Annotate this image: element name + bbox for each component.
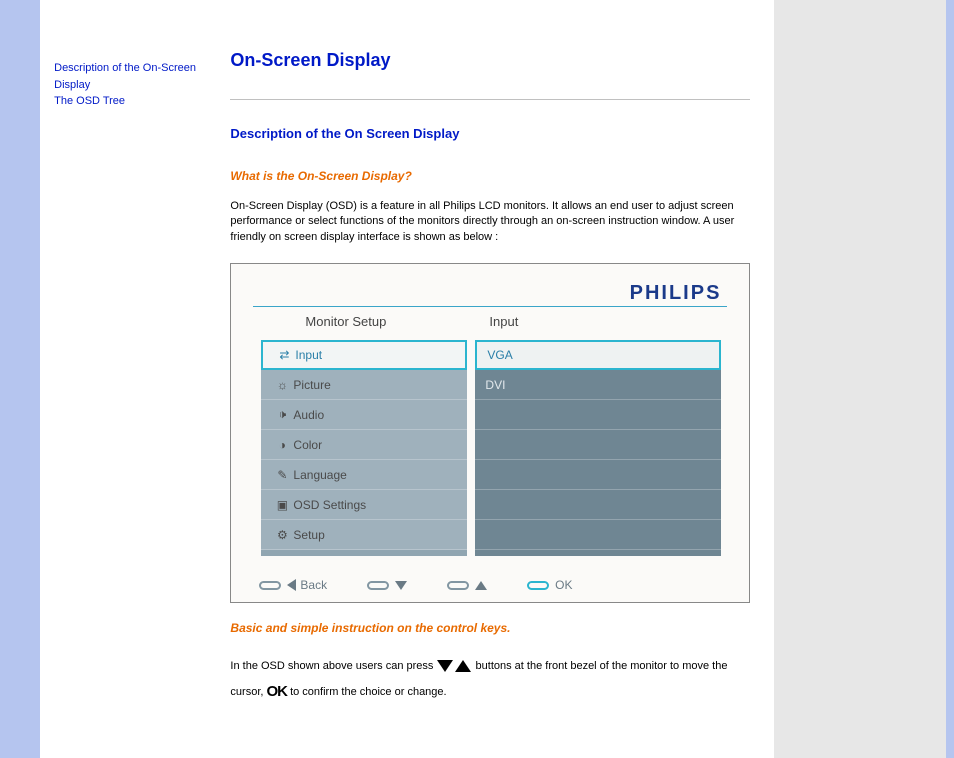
osd-option-empty — [475, 520, 721, 550]
osd-menu-label: Audio — [293, 408, 324, 422]
page-title: On-Screen Display — [230, 50, 750, 71]
osd-menu-item[interactable]: ✎Language — [261, 460, 467, 490]
language-icon: ✎ — [271, 468, 293, 482]
osd-option-label: VGA — [487, 348, 512, 362]
triangle-down-icon — [437, 660, 453, 672]
osd-option-item[interactable]: VGA — [475, 340, 721, 370]
color-icon: ◑ — [271, 438, 293, 452]
title-rule — [230, 99, 750, 100]
osd-menu-item[interactable]: 🕩Audio — [261, 400, 467, 430]
main-content: On-Screen Display Description of the On … — [230, 0, 774, 758]
osd-menu-item[interactable]: ◑Color — [261, 430, 467, 460]
question-heading: What is the On-Screen Display? — [230, 169, 750, 183]
audio-icon: 🕩 — [271, 407, 293, 422]
osd-menu-item[interactable]: ⚙Setup — [261, 520, 467, 550]
osd-menu-item[interactable]: ▣OSD Settings — [261, 490, 467, 520]
instr-pre: In the OSD shown above users can press — [230, 660, 433, 672]
osd-menu-item[interactable]: ⇄Input — [261, 340, 467, 370]
column-header-left: Monitor Setup — [305, 314, 386, 329]
osd-menu-label: Picture — [293, 378, 330, 392]
osd-option-empty — [475, 400, 721, 430]
footer-down-button[interactable] — [367, 581, 407, 590]
led-icon — [447, 581, 469, 590]
instruction-heading: Basic and simple instruction on the cont… — [230, 621, 750, 635]
section-title: Description of the On Screen Display — [230, 126, 750, 141]
brand-rule — [253, 306, 727, 307]
left-margin-strip — [0, 0, 40, 758]
osd-menu-column: ⇄Input☼Picture🕩Audio◑Color✎Language▣OSD … — [261, 340, 467, 556]
led-icon — [259, 581, 281, 590]
osd-menu-label: Setup — [293, 528, 324, 542]
osd-menu-label: Language — [293, 468, 346, 482]
right-grey-margin — [774, 0, 946, 758]
instruction-text: In the OSD shown above users can press b… — [230, 655, 750, 707]
osd-footer: Back OK — [259, 578, 721, 592]
intro-paragraph: On-Screen Display (OSD) is a feature in … — [230, 199, 750, 245]
triangle-up-icon — [455, 660, 471, 672]
footer-ok-button[interactable]: OK — [527, 578, 572, 592]
arrow-up-icon — [475, 581, 487, 590]
footer-back-label: Back — [300, 578, 327, 592]
osd-menu-label: OSD Settings — [293, 498, 366, 512]
instr-post: to confirm the choice or change. — [290, 686, 447, 698]
osd-option-item[interactable]: DVI — [475, 370, 721, 400]
sidebar-link-description[interactable]: Description of the On-Screen Display — [54, 60, 218, 93]
arrow-down-icon — [395, 581, 407, 590]
column-header-right: Input — [489, 314, 518, 329]
osd-option-label: DVI — [485, 378, 505, 392]
osd-screenshot: PHILIPS Monitor Setup Input ⇄Input☼Pictu… — [230, 263, 750, 603]
osd-option-empty — [475, 460, 721, 490]
right-blue-strip — [946, 0, 954, 758]
sidebar-nav: Description of the On-Screen Display The… — [40, 0, 230, 758]
sidebar-link-osd-tree[interactable]: The OSD Tree — [54, 93, 218, 110]
osd-options-column: VGA DVI — [475, 340, 721, 556]
picture-icon: ☼ — [271, 378, 293, 392]
ok-glyph-icon: OK — [267, 683, 288, 700]
input-icon: ⇄ — [273, 348, 295, 362]
footer-up-button[interactable] — [447, 581, 487, 590]
brand-logo: PHILIPS — [630, 282, 722, 305]
led-icon — [367, 581, 389, 590]
footer-ok-label: OK — [555, 578, 572, 592]
osd-menu-item[interactable]: ☼Picture — [261, 370, 467, 400]
osd-option-empty — [475, 430, 721, 460]
osd-menu-label: Input — [295, 348, 322, 362]
footer-back-button[interactable]: Back — [259, 578, 327, 592]
setup-icon: ⚙ — [271, 528, 293, 542]
arrow-left-icon — [287, 579, 296, 591]
osd-settings-icon: ▣ — [271, 498, 293, 512]
led-lit-icon — [527, 581, 549, 590]
osd-option-empty — [475, 490, 721, 520]
osd-menu-label: Color — [293, 438, 322, 452]
